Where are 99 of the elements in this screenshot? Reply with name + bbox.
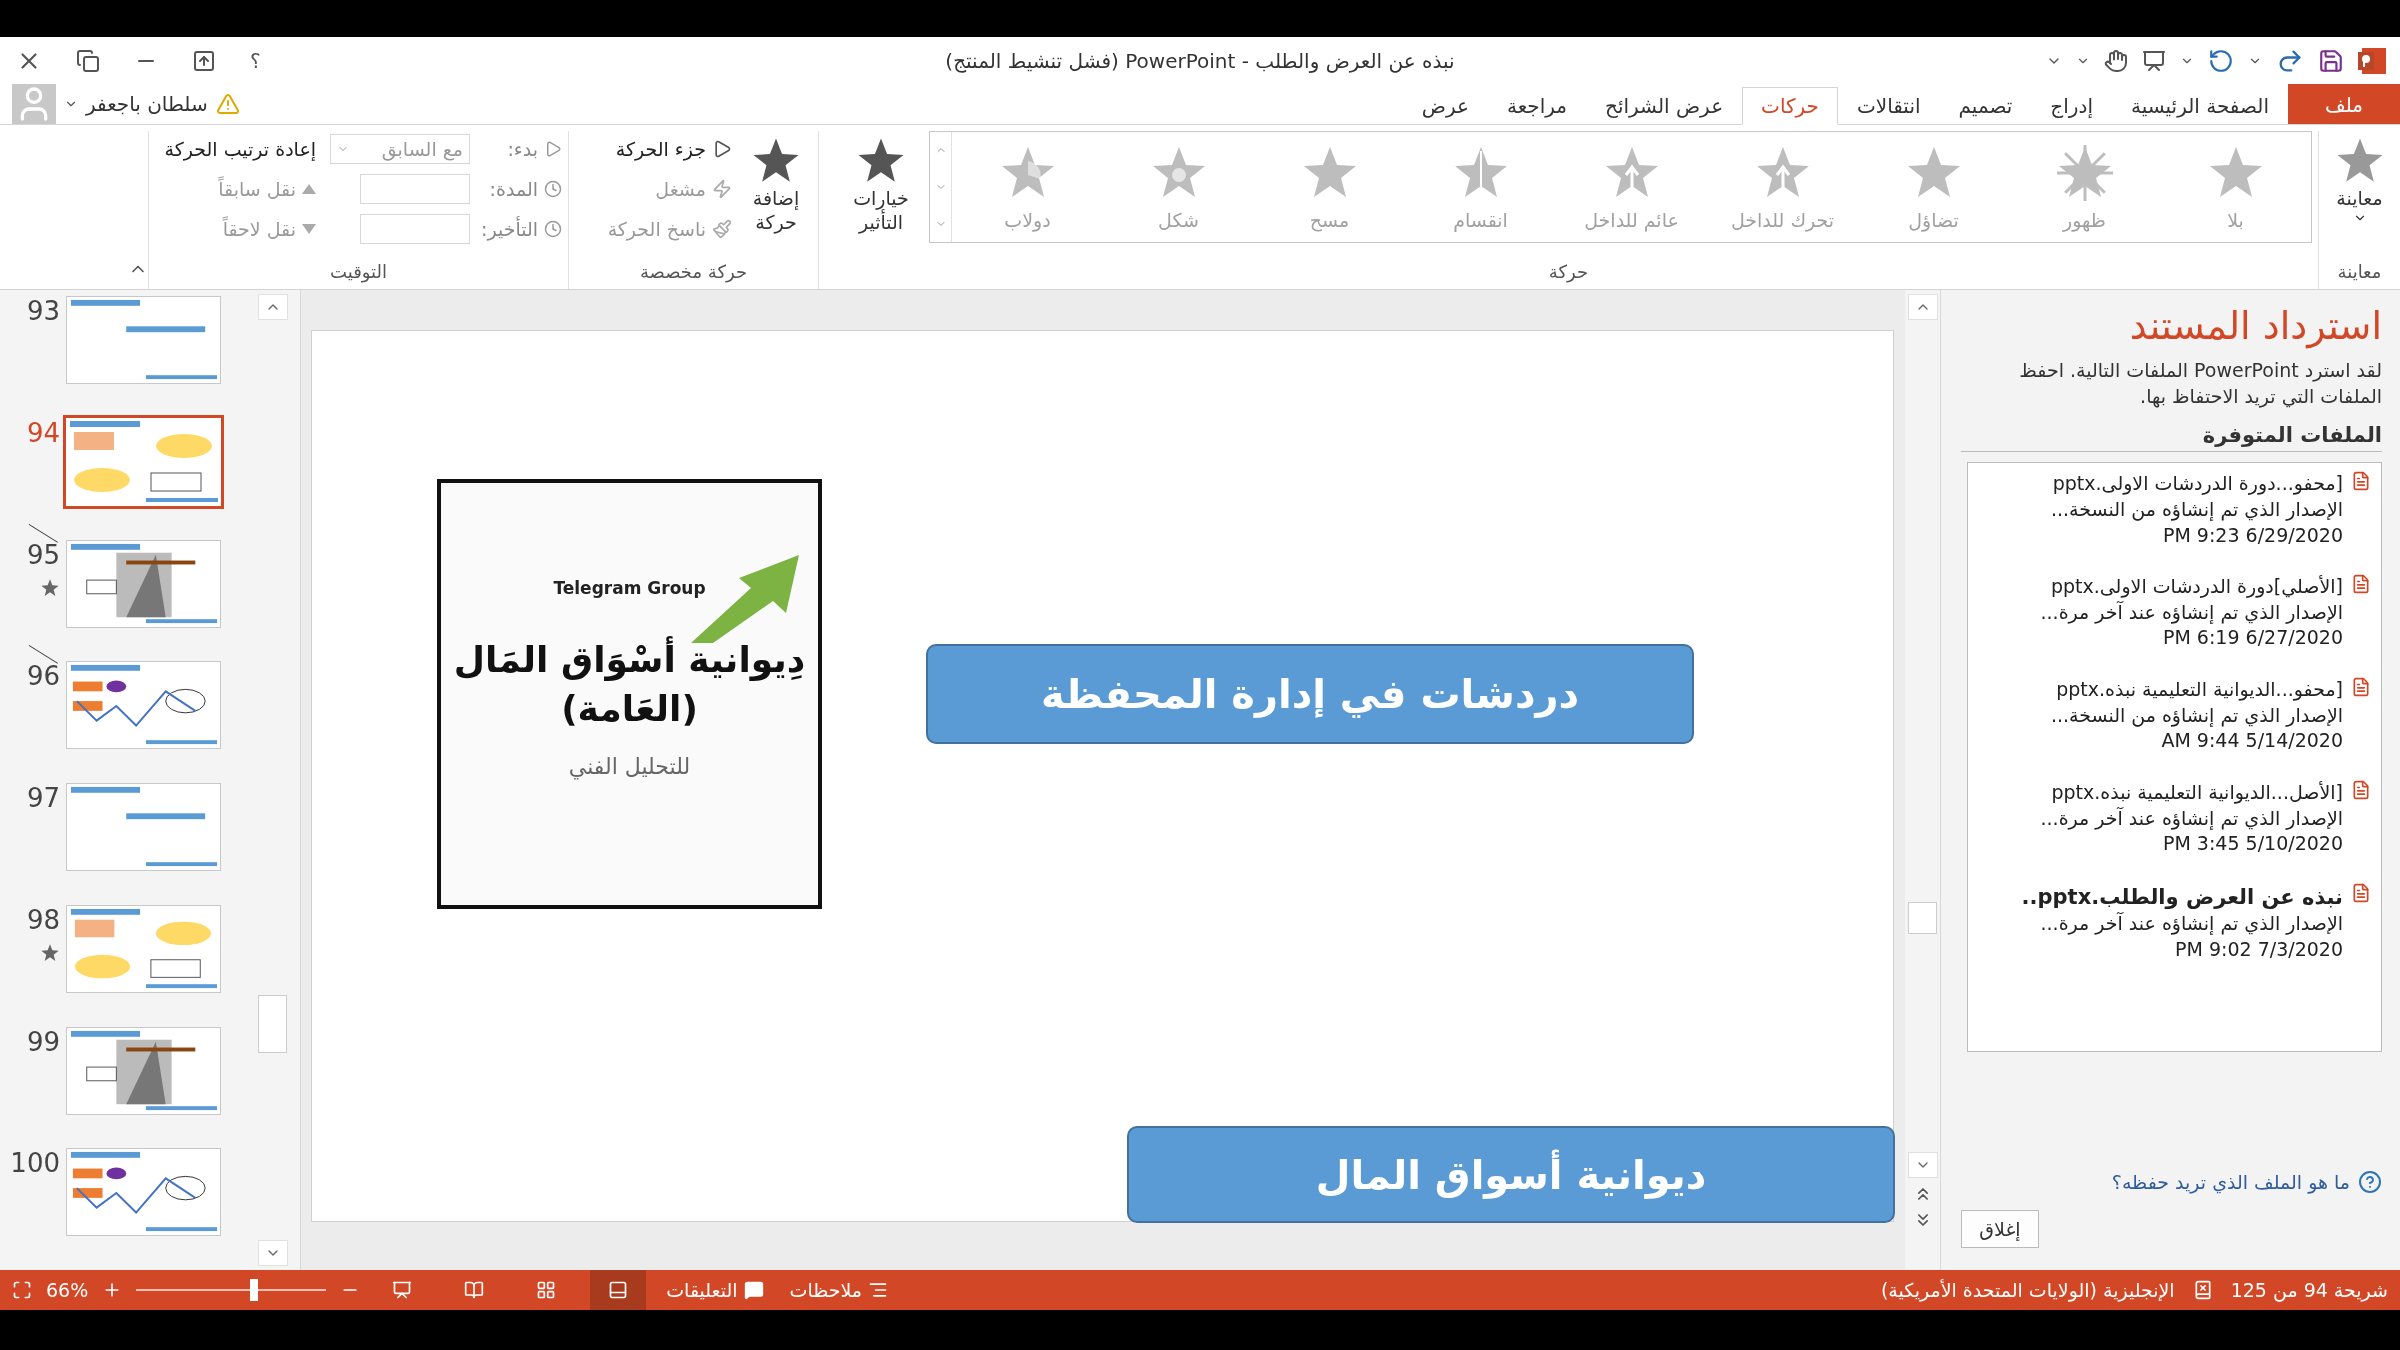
zoom-thumb[interactable] <box>250 1279 259 1301</box>
group-label: حركة <box>1547 261 1590 285</box>
normal-view-icon <box>608 1280 629 1300</box>
undo-icon[interactable] <box>2208 48 2234 74</box>
file-icon <box>2351 574 2371 595</box>
image-title: دِيوانية أسْوَاق المَال <box>453 638 806 682</box>
file-icon <box>2351 471 2371 492</box>
ribbon-tab[interactable]: حركات <box>1742 87 1838 125</box>
delay-field[interactable] <box>360 214 470 244</box>
help-link[interactable]: ما هو الملف الذي تريد حفظه؟ <box>1961 1170 2382 1194</box>
section-heading: الملفات المتوفرة <box>1961 409 2382 453</box>
slide-number: 94 <box>26 417 60 448</box>
comment-icon <box>743 1280 764 1300</box>
file-time: PM 9:23 6/29/2020 <box>2161 522 2343 548</box>
slide-number: 99 <box>26 1026 60 1057</box>
pane-description: لقد استرد PowerPoint الملفات التالية. احفظ الملفات التي تريد الاحتفاظ بها. <box>2018 358 2382 410</box>
ribbon-command[interactable]: جزء الحركة <box>607 131 732 167</box>
field-label: المدة: <box>488 178 538 200</box>
slide-number: 96 <box>26 661 60 692</box>
zoom-percentage[interactable]: 66% <box>46 1279 89 1301</box>
group-label: معاينة <box>2336 261 2383 284</box>
slideshow-view-icon <box>392 1280 413 1300</box>
slide-number: 93 <box>26 296 60 326</box>
file-name: [محفو...الديوانية التعليمية نبذه.pptx <box>2055 677 2343 703</box>
file-note: الإصدار الذي تم إنشاؤه من النسخة... <box>2050 496 2343 523</box>
presenter-icon[interactable] <box>2142 49 2166 73</box>
reorder-title: إعادة ترتيب الحركة <box>164 137 316 163</box>
scroll-thumb[interactable] <box>1908 902 1937 934</box>
effect-options-button[interactable]: خيارات التأثير <box>843 131 919 239</box>
help-button[interactable]: ؟ <box>250 49 261 73</box>
file-name: [محفو...دورة الدردشات الاولى.pptx <box>2051 471 2343 497</box>
file-icon <box>2351 677 2371 698</box>
fit-to-window-icon[interactable] <box>12 1280 32 1300</box>
slide-number: 95 <box>26 539 60 570</box>
help-icon <box>2358 1170 2382 1194</box>
group-label: حركة مخصصة <box>638 261 749 285</box>
slide-thumbnail[interactable] <box>66 539 221 628</box>
duration-field[interactable] <box>360 174 470 204</box>
field-label: بدء: <box>506 138 538 160</box>
file-note: الإصدار الذي تم إنشاؤه عند آخر مرة... <box>2039 911 2343 937</box>
triangle-up-icon <box>302 184 316 194</box>
save-icon[interactable] <box>2318 48 2344 74</box>
add-animation-button[interactable]: إضافة حركة <box>740 131 812 239</box>
file-time: AM 9:44 5/14/2020 <box>2160 728 2343 754</box>
file-icon <box>2351 882 2371 903</box>
slide-number: 98 <box>26 904 60 935</box>
slide-thumbnail[interactable] <box>63 414 224 509</box>
field-label: التأخير: <box>480 218 538 240</box>
sorter-view-icon <box>536 1280 557 1300</box>
pane-icon <box>712 139 732 159</box>
clock-icon <box>544 220 562 238</box>
close-button[interactable]: إغلاق <box>1961 1210 2039 1248</box>
slide-number: 97 <box>26 783 60 813</box>
clock-icon <box>544 180 562 198</box>
notes-icon <box>868 1280 889 1300</box>
group-label: التوقيت <box>329 261 388 285</box>
file-name: نبذه عن العرض والطلب.pptx.. <box>2021 883 2343 911</box>
slide-thumbnail[interactable] <box>66 904 221 993</box>
slide-text-box: دردشات في إدارة المحفظة <box>926 644 1694 744</box>
preview-button[interactable]: معاينة <box>2325 131 2394 229</box>
slide-thumbnail[interactable] <box>66 661 221 750</box>
reading-view-icon <box>464 1280 485 1300</box>
slide-position: شريحة 94 من 125 <box>2230 1279 2388 1301</box>
language-label[interactable]: الإنجليزية (الولايات المتحدة الأمريكية) <box>1880 1279 2175 1301</box>
file-note: الإصدار الذي تم إنشاؤه من النسخة... <box>2050 702 2343 729</box>
user-name[interactable]: سلطان باجعفر <box>86 92 208 116</box>
app-logo-icon <box>2358 46 2388 76</box>
file-note: الإصدار الذي تم إنشاؤه عند آخر مرة... <box>2040 805 2343 832</box>
play-icon <box>544 140 562 158</box>
window-title: نبذه عن العرض والطلب - PowerPoint (فشل تنشيط المنتج) <box>945 49 1455 73</box>
file-tab[interactable]: ملف <box>2287 84 2400 124</box>
file-name: [الأصلي]دورة الدردشات الاولى.pptx <box>2049 574 2343 600</box>
file-time: PM 3:45 5/10/2020 <box>2161 831 2343 857</box>
image-caption: Telegram Group <box>553 578 706 598</box>
slide-thumbnail[interactable] <box>66 296 221 384</box>
file-time: PM 9:02 7/3/2020 <box>2174 936 2343 962</box>
slide-thumbnail[interactable] <box>66 1026 221 1115</box>
normal-view-button[interactable] <box>590 1270 647 1310</box>
file-time: PM 6:19 6/27/2020 <box>2161 625 2343 651</box>
scroll-thumb[interactable] <box>258 995 287 1053</box>
lightning-icon <box>712 179 732 199</box>
comments-button[interactable]: التعليقات <box>660 1279 770 1301</box>
file-icon <box>2351 780 2371 801</box>
image-title: (العَامة) <box>561 687 698 731</box>
restore-icon[interactable] <box>76 49 100 73</box>
image-subtitle: للتحليل الفني <box>568 754 691 780</box>
slide-thumbnail[interactable] <box>66 783 221 871</box>
slide-number: 100 <box>10 1148 60 1179</box>
file-note: الإصدار الذي تم إنشاؤه عند آخر مرة... <box>2040 599 2343 626</box>
notes-button[interactable]: ملاحظات <box>783 1279 895 1301</box>
starburst-icon <box>2054 143 2115 203</box>
slide-text-box: ديوانية أسواق المال <box>1127 1126 1895 1223</box>
ribbon-options-icon[interactable] <box>192 49 216 73</box>
brush-icon <box>712 219 732 239</box>
touch-mode-icon[interactable] <box>2104 49 2128 73</box>
slide-thumbnail[interactable] <box>66 1148 221 1237</box>
file-name: [الأصل...الديوانية التعليمية نبذه.pptx <box>2050 780 2343 806</box>
pane-title: استرداد المستند <box>2128 304 2382 348</box>
triangle-down-icon <box>302 224 316 234</box>
